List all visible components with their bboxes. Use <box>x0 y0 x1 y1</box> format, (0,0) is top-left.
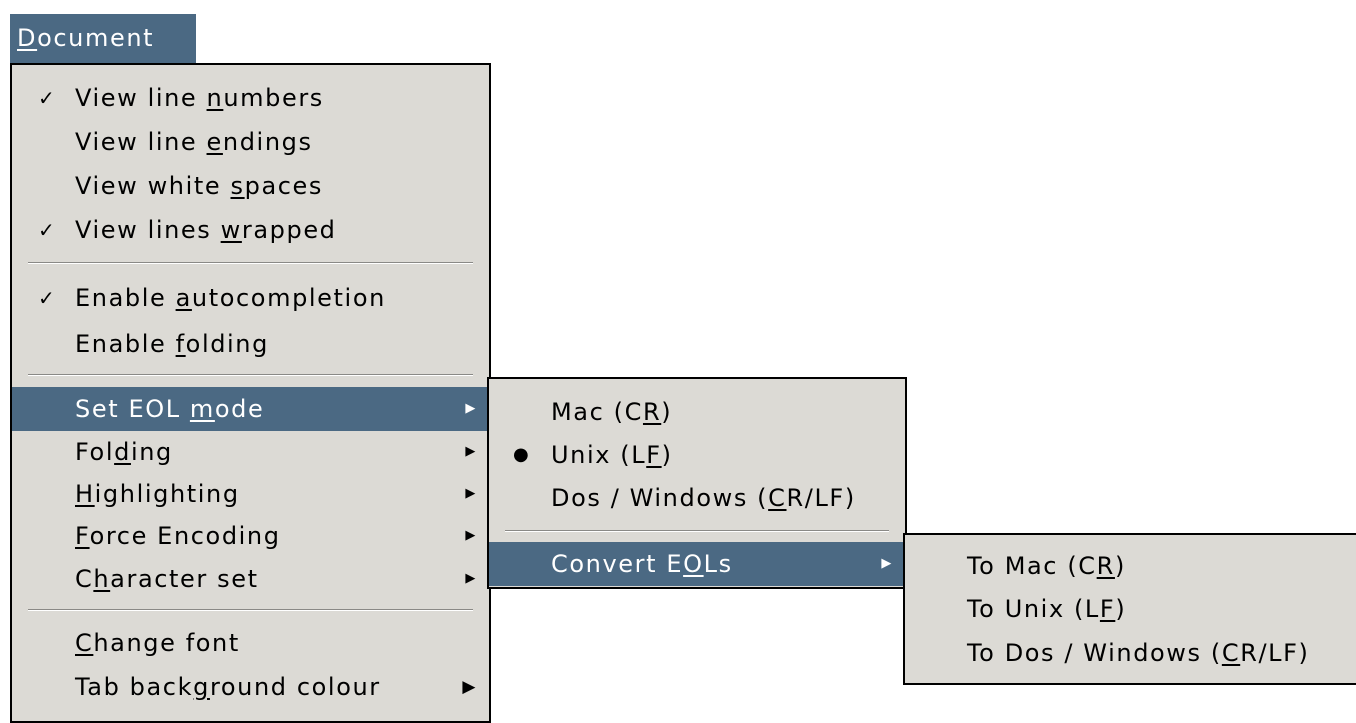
menu-item-label: Highlighting <box>75 480 240 508</box>
menu-item-enable-autocompletion[interactable]: ✓ Enable autocompletion <box>12 276 489 320</box>
radio-selected-icon: ● <box>513 444 531 465</box>
menu-item-label: Mac (CR) <box>551 398 673 426</box>
menu-item-label: View white spaces <box>75 172 324 200</box>
menu-item-to-mac-cr[interactable]: To Mac (CR) <box>905 544 1356 588</box>
submenu-arrow-icon: ▶ <box>881 556 893 571</box>
menu-item-view-lines-wrapped[interactable]: ✓ View lines wrapped <box>12 208 489 252</box>
menu-item-label: Folding <box>75 438 173 466</box>
menu-item-enable-folding[interactable]: Enable folding <box>12 322 489 366</box>
submenu-arrow-icon: ▶ <box>465 401 477 416</box>
menu-item-to-dos-windows[interactable]: To Dos / Windows (CR/LF) <box>905 631 1356 675</box>
menu-item-label: View line endings <box>75 128 313 156</box>
menu-item-label: Unix (LF) <box>551 441 673 469</box>
menu-item-label: View line numbers <box>75 84 324 112</box>
menu-separator <box>28 609 473 611</box>
menu-item-view-line-numbers[interactable]: ✓ View line numbers <box>12 76 489 120</box>
convert-eols-submenu: To Mac (CR) To Unix (LF) To Dos / Window… <box>903 533 1356 685</box>
menu-item-tab-background-colour[interactable]: Tab background colour ▶ <box>12 665 489 709</box>
menu-item-label: Convert EOLs <box>551 550 733 578</box>
menu-item-mac-cr[interactable]: Mac (CR) <box>489 390 905 434</box>
menu-item-label: Dos / Windows (CR/LF) <box>551 484 856 512</box>
menu-item-label: View lines wrapped <box>75 216 337 244</box>
check-icon: ✓ <box>38 286 57 310</box>
document-menu[interactable]: Document <box>10 14 196 64</box>
menu-separator <box>28 262 473 264</box>
menu-item-force-encoding[interactable]: Force Encoding ▶ <box>12 514 489 558</box>
submenu-arrow-icon: ▶ <box>465 486 477 501</box>
menu-item-label: To Unix (LF) <box>967 595 1127 623</box>
eol-mode-submenu: Mac (CR) ● Unix (LF) Dos / Windows (CR/L… <box>487 377 907 589</box>
document-dropdown-menu: ✓ View line numbers View line endings Vi… <box>10 63 491 723</box>
menu-item-dos-windows[interactable]: Dos / Windows (CR/LF) <box>489 476 905 520</box>
menu-item-label: Character set <box>75 565 259 593</box>
menu-item-unix-lf[interactable]: ● Unix (LF) <box>489 433 905 477</box>
menu-item-to-unix-lf[interactable]: To Unix (LF) <box>905 587 1356 631</box>
menu-item-set-eol-mode[interactable]: Set EOL mode ▶ <box>12 387 489 431</box>
menu-item-view-line-endings[interactable]: View line endings <box>12 120 489 164</box>
menu-item-folding[interactable]: Folding ▶ <box>12 430 489 474</box>
menu-item-highlighting[interactable]: Highlighting ▶ <box>12 472 489 516</box>
check-icon: ✓ <box>38 218 57 242</box>
menu-item-change-font[interactable]: Change font <box>12 621 489 665</box>
menu-item-label: Tab background colour <box>75 673 381 701</box>
menu-item-view-white-spaces[interactable]: View white spaces <box>12 164 489 208</box>
submenu-arrow-icon: ▶ <box>462 677 477 697</box>
menu-separator <box>28 374 473 376</box>
menu-item-label: Force Encoding <box>75 522 281 550</box>
menu-item-label: Change font <box>75 629 240 657</box>
check-icon: ✓ <box>38 86 57 110</box>
menu-item-label: Enable folding <box>75 330 269 358</box>
submenu-arrow-icon: ▶ <box>465 571 477 586</box>
menu-item-label: Set EOL mode <box>75 395 265 423</box>
menu-separator <box>505 530 889 532</box>
submenu-arrow-icon: ▶ <box>465 528 477 543</box>
document-menu-mnemonic: D <box>17 24 38 52</box>
menu-item-convert-eols[interactable]: Convert EOLs ▶ <box>489 542 905 586</box>
menu-item-label: Enable autocompletion <box>75 284 386 312</box>
menu-item-label: To Dos / Windows (CR/LF) <box>967 639 1310 667</box>
document-menu-label-rest: ocument <box>37 24 155 52</box>
menu-item-character-set[interactable]: Character set ▶ <box>12 557 489 601</box>
submenu-arrow-icon: ▶ <box>465 444 477 459</box>
menu-item-label: To Mac (CR) <box>967 552 1126 580</box>
